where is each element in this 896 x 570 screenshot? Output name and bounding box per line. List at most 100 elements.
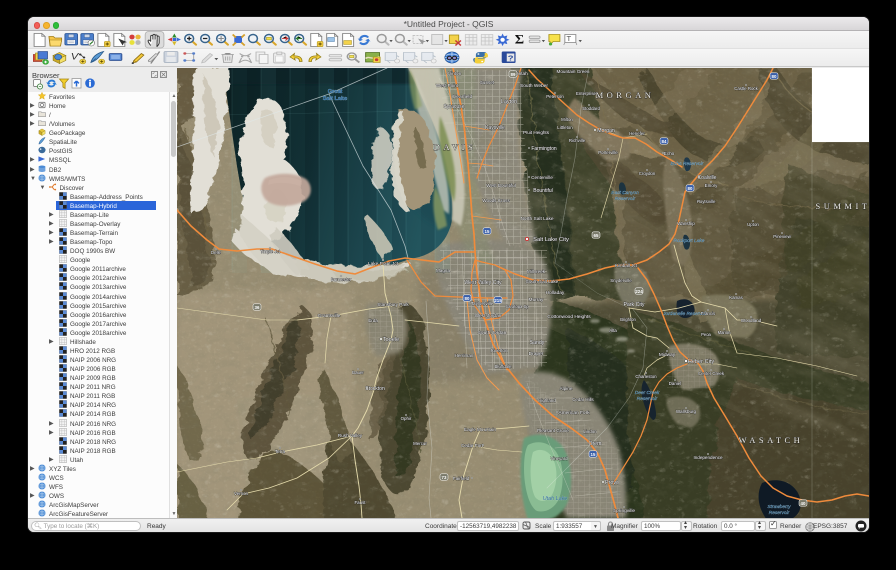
svg-text:Utah Lake: Utah Lake bbox=[543, 496, 568, 502]
svg-text:Woodland: Woodland bbox=[741, 318, 762, 323]
svg-text:South Salt Lake: South Salt Lake bbox=[526, 279, 559, 284]
svg-text:73: 73 bbox=[442, 475, 447, 480]
svg-text:Coalville: Coalville bbox=[698, 175, 717, 181]
svg-text:Murray: Murray bbox=[529, 297, 545, 303]
svg-text:Rush Valley: Rush Valley bbox=[338, 433, 363, 438]
svg-text:Saratoga Sp: Saratoga Sp bbox=[505, 304, 529, 309]
svg-text:Farmington: Farmington bbox=[531, 146, 557, 152]
svg-text:American Fork: American Fork bbox=[558, 410, 590, 416]
svg-text:Independence: Independence bbox=[693, 455, 723, 460]
svg-text:Highland: Highland bbox=[538, 398, 556, 403]
svg-text:Echo Reservoir: Echo Reservoir bbox=[671, 161, 704, 167]
svg-text:Erda: Erda bbox=[368, 318, 378, 323]
svg-text:Salt Lake City: Salt Lake City bbox=[533, 237, 569, 243]
svg-text:Springville: Springville bbox=[613, 508, 635, 514]
svg-text:Clearfield: Clearfield bbox=[452, 94, 473, 100]
svg-text:Vineyard: Vineyard bbox=[550, 456, 568, 461]
svg-text:Sandy: Sandy bbox=[530, 340, 545, 346]
svg-text:Fairfield: Fairfield bbox=[453, 476, 470, 481]
svg-text:Syracuse: Syracuse bbox=[444, 104, 465, 110]
svg-text:Mercur: Mercur bbox=[413, 441, 427, 446]
svg-text:Stansbury Park: Stansbury Park bbox=[377, 302, 409, 307]
svg-text:80: 80 bbox=[688, 186, 693, 191]
svg-text:SUMMIT: SUMMIT bbox=[815, 201, 869, 211]
svg-text:Orem: Orem bbox=[589, 441, 602, 447]
svg-text:MORGAN: MORGAN bbox=[596, 90, 655, 100]
svg-text:Center Creek: Center Creek bbox=[698, 371, 725, 376]
svg-text:36: 36 bbox=[255, 305, 260, 310]
svg-text:Midway: Midway bbox=[659, 352, 676, 358]
svg-text:Snyderville: Snyderville bbox=[610, 278, 632, 283]
svg-text:Herriman: Herriman bbox=[455, 353, 474, 358]
svg-text:Provo: Provo bbox=[605, 480, 619, 486]
svg-text:V: V bbox=[71, 52, 80, 62]
svg-text:Millcreek: Millcreek bbox=[527, 269, 546, 274]
svg-text:15: 15 bbox=[591, 452, 596, 457]
svg-text:Stockton: Stockton bbox=[365, 386, 385, 392]
svg-text:Upton: Upton bbox=[747, 222, 759, 227]
svg-text:Milton: Milton bbox=[561, 117, 573, 122]
svg-text:224: 224 bbox=[635, 289, 643, 294]
svg-text:Magna: Magna bbox=[436, 268, 450, 273]
svg-text:Rockport Lake: Rockport Lake bbox=[674, 238, 705, 244]
svg-text:Layton: Layton bbox=[501, 99, 517, 105]
svg-text:80: 80 bbox=[772, 74, 777, 79]
svg-text:Bauer: Bauer bbox=[352, 370, 364, 375]
svg-text:Eagle Mountain: Eagle Mountain bbox=[464, 427, 496, 432]
svg-text:Tooele: Tooele bbox=[383, 337, 399, 343]
svg-text:West Valley City: West Valley City bbox=[464, 280, 502, 286]
svg-text:Reservoir: Reservoir bbox=[615, 196, 636, 202]
svg-text:West Jordan: West Jordan bbox=[475, 313, 502, 319]
svg-text:Wanship: Wanship bbox=[677, 221, 695, 226]
svg-text:Great: Great bbox=[328, 89, 343, 95]
svg-text:Littleton: Littleton bbox=[557, 125, 573, 130]
svg-text:Riverton: Riverton bbox=[490, 348, 508, 353]
svg-text:Kamas: Kamas bbox=[729, 295, 743, 300]
svg-text:Stoddard: Stoddard bbox=[582, 106, 600, 111]
svg-text:Enterprise: Enterprise bbox=[576, 91, 597, 96]
svg-text:Reservoir: Reservoir bbox=[637, 396, 658, 402]
svg-text:Peterson: Peterson bbox=[546, 94, 564, 99]
svg-text:Ophir: Ophir bbox=[401, 416, 412, 421]
svg-text:Bluffdale: Bluffdale bbox=[494, 364, 512, 369]
svg-text:Alpine: Alpine bbox=[560, 386, 573, 391]
svg-text:Faust: Faust bbox=[355, 500, 367, 505]
svg-text:Reservoir: Reservoir bbox=[769, 510, 790, 516]
svg-text:Clinton: Clinton bbox=[447, 71, 462, 76]
svg-text:Terra: Terra bbox=[275, 449, 286, 454]
svg-text:Kaysville: Kaysville bbox=[485, 125, 505, 131]
svg-text:Cedar Fort: Cedar Fort bbox=[461, 443, 484, 448]
svg-text:WASATCH: WASATCH bbox=[739, 435, 804, 445]
svg-text:Grantsville: Grantsville bbox=[318, 313, 341, 319]
svg-text:West Bountiful: West Bountiful bbox=[486, 183, 516, 188]
svg-text:West Point: West Point bbox=[436, 83, 459, 88]
svg-text:Holladay: Holladay bbox=[546, 290, 565, 296]
svg-text:65: 65 bbox=[594, 233, 599, 238]
svg-text:Salt Lake: Salt Lake bbox=[323, 96, 348, 102]
svg-text:Fruit Heights: Fruit Heights bbox=[523, 130, 550, 135]
svg-text:South Jordan: South Jordan bbox=[478, 330, 507, 336]
svg-text:Burmester: Burmester bbox=[331, 277, 352, 282]
svg-text:Daniel: Daniel bbox=[669, 381, 681, 386]
svg-text:Draper: Draper bbox=[529, 351, 544, 357]
svg-text:Bountiful: Bountiful bbox=[533, 188, 552, 194]
svg-text:Σ: Σ bbox=[515, 32, 524, 46]
svg-text:?: ? bbox=[508, 53, 514, 62]
svg-text:Taylorsville: Taylorsville bbox=[471, 301, 494, 306]
svg-text:Deer Creek: Deer Creek bbox=[635, 390, 660, 396]
svg-text:Sunset: Sunset bbox=[480, 80, 495, 85]
svg-text:Kimball Jct: Kimball Jct bbox=[615, 263, 638, 268]
svg-text:North Salt Lake: North Salt Lake bbox=[520, 216, 553, 222]
svg-text:Mountain Green: Mountain Green bbox=[557, 69, 590, 74]
svg-text:Vernon: Vernon bbox=[234, 491, 248, 496]
svg-text:Croydon: Croydon bbox=[639, 171, 656, 176]
svg-text:DAVIS: DAVIS bbox=[434, 142, 476, 152]
svg-text:Echo: Echo bbox=[664, 151, 675, 156]
svg-text:Marion: Marion bbox=[718, 330, 731, 335]
svg-text:Richville: Richville bbox=[569, 138, 586, 143]
svg-text:Wallsburg: Wallsburg bbox=[676, 409, 697, 414]
svg-text:84: 84 bbox=[662, 139, 667, 144]
svg-text:Park City: Park City bbox=[623, 302, 644, 308]
svg-text:Woods Cross: Woods Cross bbox=[482, 198, 510, 203]
svg-text:Centerville: Centerville bbox=[531, 175, 553, 180]
